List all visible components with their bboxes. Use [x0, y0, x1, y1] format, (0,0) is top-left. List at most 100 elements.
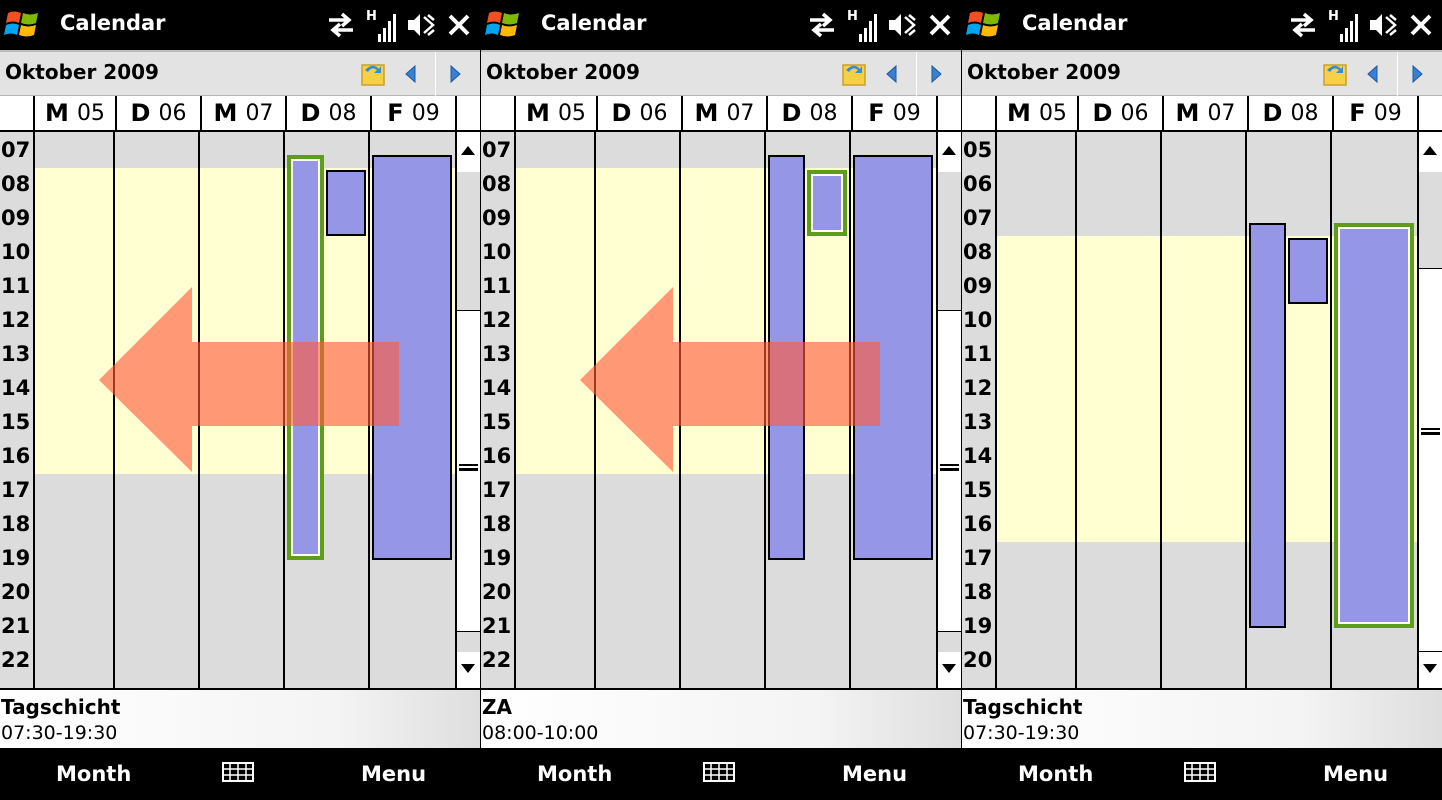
next-week-button[interactable]	[918, 56, 954, 92]
scroll-thumb[interactable]	[457, 310, 480, 632]
softkey-bar: Month Menu	[962, 748, 1442, 800]
scroll-thumb[interactable]	[1419, 268, 1442, 652]
appointment-tagschicht-thu[interactable]	[768, 155, 805, 560]
hour-label: 12	[482, 308, 512, 332]
calendar-grid-icon[interactable]	[1184, 762, 1216, 782]
scroll-up-icon[interactable]	[1423, 146, 1437, 155]
vertical-scrollbar[interactable]	[455, 132, 480, 688]
prev-week-button[interactable]	[1355, 56, 1391, 92]
signal-h-icon[interactable]: H	[366, 8, 396, 42]
appointment-za-thu[interactable]	[807, 170, 847, 236]
vertical-scrollbar[interactable]	[1417, 132, 1442, 688]
day-header-tue[interactable]: D 06	[115, 96, 200, 130]
softkey-bar: Month Menu	[0, 748, 480, 800]
scroll-down-icon[interactable]	[461, 664, 475, 673]
day-header-fri[interactable]: F 09	[1332, 96, 1417, 130]
day-header-thu[interactable]: D 08	[1247, 96, 1332, 130]
day-divider	[594, 132, 596, 688]
day-header-fri[interactable]: F 09	[851, 96, 936, 130]
week-grid[interactable]: 07 08 09 10 11 12 13 14 15 16 17 18 19 2…	[0, 132, 480, 688]
scroll-down-icon[interactable]	[942, 664, 956, 673]
today-button[interactable]	[1317, 56, 1353, 92]
info-title: Tagschicht	[1, 695, 121, 719]
prev-week-icon	[1367, 64, 1378, 84]
appointment-za-thu[interactable]	[326, 170, 366, 236]
day-header-thu[interactable]: D 08	[285, 96, 370, 130]
scroll-up-icon[interactable]	[461, 146, 475, 155]
next-week-button[interactable]	[1399, 56, 1435, 92]
day-divider	[849, 132, 851, 688]
hour-label: 06	[963, 172, 993, 196]
prev-week-icon	[886, 64, 897, 84]
day-header-mon[interactable]: M 05	[995, 96, 1077, 130]
day-header-scroll-spacer	[936, 96, 961, 130]
hour-label: 14	[963, 444, 993, 468]
day-header-mon[interactable]: M 05	[514, 96, 596, 130]
close-icon[interactable]	[927, 12, 953, 38]
month-softkey[interactable]: Month	[56, 762, 131, 786]
scroll-track[interactable]	[1419, 172, 1442, 268]
day-divider	[995, 132, 997, 688]
month-softkey[interactable]: Month	[537, 762, 612, 786]
day-header-wed[interactable]: M 07	[1162, 96, 1247, 130]
sync-icon[interactable]	[1288, 11, 1318, 39]
windows-start-icon[interactable]	[4, 7, 42, 43]
sync-icon[interactable]	[807, 11, 837, 39]
appointment-tagschicht-fri[interactable]	[1334, 223, 1414, 628]
month-softkey[interactable]: Month	[1018, 762, 1093, 786]
today-button[interactable]	[836, 56, 872, 92]
speaker-muted-icon[interactable]	[1368, 11, 1398, 39]
today-button[interactable]	[355, 56, 391, 92]
calendar-grid-icon[interactable]	[222, 762, 254, 782]
speaker-muted-icon[interactable]	[887, 11, 917, 39]
scroll-track[interactable]	[457, 172, 480, 310]
day-header-mon[interactable]: M 05	[33, 96, 115, 130]
week-grid[interactable]: 05 06 07 08 09 10 11 12 13 14 15 16 17 1…	[962, 132, 1442, 688]
scroll-track[interactable]	[457, 632, 480, 652]
appointment-tagschicht-fri[interactable]	[372, 155, 452, 560]
windows-start-icon[interactable]	[485, 7, 523, 43]
calendar-grid-icon[interactable]	[703, 762, 735, 782]
scroll-thumb[interactable]	[938, 310, 961, 632]
signal-h-icon[interactable]: H	[847, 8, 877, 42]
next-week-button[interactable]	[437, 56, 473, 92]
scroll-track[interactable]	[938, 172, 961, 310]
speaker-muted-icon[interactable]	[406, 11, 436, 39]
menu-softkey[interactable]: Menu	[842, 762, 907, 786]
info-time: 08:00-10:00	[482, 722, 599, 744]
prev-week-button[interactable]	[393, 56, 429, 92]
appointment-info: Tagschicht 07:30-19:30	[0, 688, 480, 748]
app-title: Calendar	[60, 11, 166, 35]
day-header-tue[interactable]: D 06	[1077, 96, 1162, 130]
day-header-wed[interactable]: M 07	[200, 96, 285, 130]
day-header-scroll-spacer	[455, 96, 480, 130]
prev-week-button[interactable]	[874, 56, 910, 92]
signal-h-icon[interactable]: H	[1328, 8, 1358, 42]
sync-icon[interactable]	[326, 11, 356, 39]
hour-label: 17	[963, 546, 993, 570]
info-time: 07:30-19:30	[963, 722, 1080, 744]
day-header-tue[interactable]: D 06	[596, 96, 681, 130]
day-header-thu[interactable]: D 08	[766, 96, 851, 130]
vertical-scrollbar[interactable]	[936, 132, 961, 688]
appointment-tagschicht-thu[interactable]	[1249, 223, 1286, 628]
menu-softkey[interactable]: Menu	[1323, 762, 1388, 786]
hour-label: 16	[482, 444, 512, 468]
appointment-tagschicht-fri[interactable]	[853, 155, 933, 560]
windows-start-icon[interactable]	[966, 7, 1004, 43]
day-header-wed[interactable]: M 07	[681, 96, 766, 130]
day-header-fri[interactable]: F 09	[370, 96, 455, 130]
menu-softkey[interactable]: Menu	[361, 762, 426, 786]
day-header: M 05 D 06 M 07 D 08 F 09	[0, 96, 480, 132]
week-grid[interactable]: 07 08 09 10 11 12 13 14 15 16 17 18 19 2…	[481, 132, 961, 688]
scroll-down-icon[interactable]	[1423, 664, 1437, 673]
close-icon[interactable]	[446, 12, 472, 38]
scroll-up-icon[interactable]	[942, 146, 956, 155]
appointment-za-thu[interactable]	[1288, 238, 1328, 304]
calendar-screen-1: Calendar H Oktober 2009 M 05 D 06 M 07 D 08 …	[0, 0, 480, 800]
appointment-tagschicht-thu[interactable]	[287, 155, 324, 560]
scroll-track[interactable]	[938, 632, 961, 652]
hour-label: 19	[1, 546, 31, 570]
close-icon[interactable]	[1408, 12, 1434, 38]
hour-label: 16	[963, 512, 993, 536]
